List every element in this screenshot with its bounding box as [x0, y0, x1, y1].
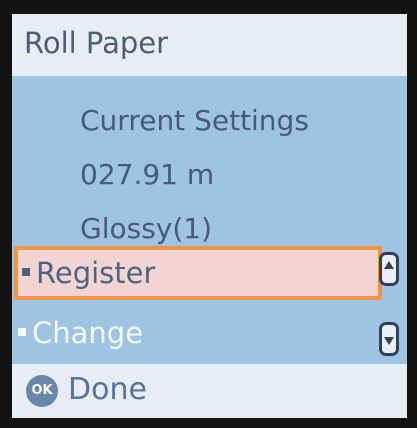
roll-length-value: 027.91 m	[80, 158, 215, 191]
title-bar: Roll Paper	[12, 14, 407, 76]
scroll-down-icon[interactable]	[379, 322, 399, 356]
bullet-icon	[18, 328, 26, 336]
current-settings-heading: Current Settings	[80, 104, 309, 137]
menu-item-label: Change	[32, 316, 144, 350]
footer-bar: OK Done	[12, 364, 407, 418]
ok-icon[interactable]: OK	[26, 375, 58, 407]
done-label[interactable]: Done	[68, 372, 147, 407]
page-title: Roll Paper	[24, 26, 169, 60]
menu-item-change[interactable]: Change	[14, 306, 374, 360]
down-arrow-icon	[384, 337, 394, 345]
bullet-icon	[22, 268, 30, 276]
up-arrow-icon	[384, 261, 394, 269]
scroll-up-icon[interactable]	[379, 252, 399, 286]
printer-lcd-screen: Roll Paper Current Settings 027.91 m Glo…	[12, 14, 407, 418]
menu-item-label: Register	[36, 256, 156, 290]
menu-item-register[interactable]: Register	[14, 246, 382, 300]
current-settings-panel: Current Settings 027.91 m Glossy(1)	[80, 94, 309, 256]
